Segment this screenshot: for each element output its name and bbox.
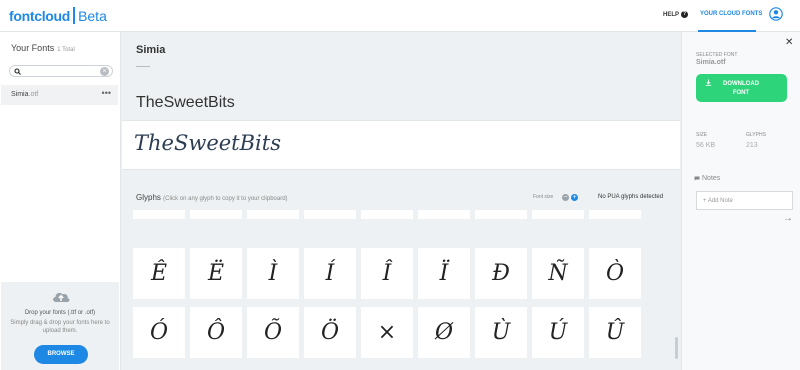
- upload-dropzone[interactable]: Drop your fonts (.ttf or .otf) Simply dr…: [1, 282, 119, 370]
- font-list-name-text: Simia: [11, 91, 29, 98]
- your-fonts-heading: Your Fonts 1 Total: [11, 43, 75, 53]
- font-detail-main: Simia TheSweetBits TheSweetBits Glyphs (…: [122, 32, 680, 370]
- selected-font-name: Simia.otf: [696, 59, 726, 66]
- font-info-panel: ✕ SELECTED FONT Simia.otf DOWNLOAD FONT …: [681, 32, 800, 370]
- main-scrollbar[interactable]: [675, 337, 678, 359]
- fonts-sidebar: Your Fonts 1 Total × Simia.otf ••• Drop y…: [0, 32, 121, 370]
- font-size-decrease-button[interactable]: −: [562, 194, 569, 201]
- glyph-count-value: 213: [746, 142, 758, 149]
- font-size-label: Font size: [533, 194, 554, 200]
- glyph-cell[interactable]: ×: [361, 307, 413, 358]
- close-panel-icon[interactable]: ✕: [785, 37, 793, 48]
- top-bar: fontcloud Beta HELP ? YOUR CLOUD FONTS: [0, 0, 800, 32]
- glyph-cell[interactable]: Û: [589, 307, 641, 358]
- size-value: 56 KB: [696, 142, 716, 149]
- nav-your-cloud-fonts[interactable]: YOUR CLOUD FONTS: [700, 11, 762, 17]
- glyph-cell[interactable]: Ò: [589, 248, 641, 299]
- more-options-icon[interactable]: •••: [102, 88, 111, 98]
- question-icon: ?: [681, 11, 689, 18]
- glyph-cell-partial[interactable]: [589, 210, 641, 219]
- glyph-cell[interactable]: Ì: [247, 248, 299, 299]
- size-label: SIZE: [696, 132, 708, 138]
- help-link[interactable]: HELP ?: [663, 11, 689, 18]
- your-fonts-title: Your Fonts: [11, 43, 55, 53]
- glyph-cell[interactable]: Ö: [304, 307, 356, 358]
- logo-badge: Beta: [78, 7, 107, 24]
- title-divider: [136, 66, 150, 67]
- search-box[interactable]: ×: [9, 65, 113, 77]
- font-list-ext: .otf: [28, 91, 39, 98]
- preview-text-input[interactable]: TheSweetBits: [136, 94, 235, 112]
- glyph-cell-partial[interactable]: [304, 210, 356, 219]
- glyphs-header: Glyphs (Click on any glyph to copy it to…: [136, 193, 288, 202]
- font-preview-box: TheSweetBits: [122, 120, 680, 170]
- browse-button[interactable]: BROWSE: [34, 345, 88, 364]
- speech-bubble-icon: [694, 176, 700, 181]
- search-input[interactable]: [23, 67, 99, 76]
- help-label: HELP: [663, 11, 680, 18]
- selected-font-label: SELECTED FONT: [696, 52, 738, 58]
- notes-title: Notes: [702, 175, 721, 182]
- pua-status: No PUA glyphs detected: [598, 194, 664, 200]
- glyph-cell-partial[interactable]: [190, 210, 242, 219]
- glyph-cell[interactable]: Ê: [133, 248, 185, 299]
- glyphs-title: Glyphs: [136, 193, 161, 202]
- glyph-cell-partial[interactable]: [133, 210, 185, 219]
- download-font-button[interactable]: DOWNLOAD FONT: [696, 74, 787, 102]
- glyph-cell[interactable]: Í: [304, 248, 356, 299]
- download-label: DOWNLOAD FONT: [723, 81, 759, 96]
- glyphs-hint: (Click on any glyph to copy it to your c…: [163, 196, 288, 202]
- dropzone-title: Drop your fonts (.ttf or .otf): [24, 310, 96, 316]
- dropzone-hint: Simply drag & drop your fonts here to up…: [10, 320, 110, 334]
- font-list-name: Simia.otf: [11, 91, 38, 98]
- glyph-cell-partial[interactable]: [418, 210, 470, 219]
- notes-header: Notes: [694, 175, 720, 182]
- font-size-increase-button[interactable]: +: [571, 194, 578, 201]
- glyph-cell[interactable]: Ó: [133, 307, 185, 358]
- glyph-cell[interactable]: Õ: [247, 307, 299, 358]
- glyph-cell[interactable]: Ù: [475, 307, 527, 358]
- logo-text: fontcloud: [9, 7, 71, 24]
- glyph-cell[interactable]: Ï: [418, 248, 470, 299]
- glyph-cell[interactable]: Ë: [190, 248, 242, 299]
- glyph-count-label: GLYPHS: [746, 132, 766, 138]
- user-avatar-icon[interactable]: [769, 7, 783, 21]
- font-preview-rendered: TheSweetBits: [134, 131, 281, 155]
- cloud-upload-icon: [53, 292, 70, 302]
- glyph-cell-partial[interactable]: [247, 210, 299, 219]
- glyph-cell-partial[interactable]: [361, 210, 413, 219]
- fontcloud-logo[interactable]: fontcloud Beta: [9, 7, 107, 24]
- submit-note-arrow-icon[interactable]: →: [783, 213, 793, 224]
- glyph-cell[interactable]: Î: [361, 248, 413, 299]
- clear-search-icon[interactable]: ×: [100, 67, 109, 76]
- add-note-input[interactable]: + Add Note: [696, 191, 793, 210]
- glyph-cell[interactable]: Ñ: [532, 248, 584, 299]
- glyph-cell[interactable]: Ú: [532, 307, 584, 358]
- search-icon: [14, 68, 21, 75]
- logo-divider: [73, 7, 76, 24]
- font-count: 1 Total: [57, 47, 75, 53]
- glyph-cell[interactable]: Ø: [418, 307, 470, 358]
- download-icon: [705, 79, 712, 86]
- glyph-cell-partial[interactable]: [475, 210, 527, 219]
- glyph-cell[interactable]: Đ: [475, 248, 527, 299]
- font-list-item[interactable]: Simia.otf •••: [1, 85, 118, 105]
- glyph-cell[interactable]: Ô: [190, 307, 242, 358]
- glyph-cell-partial[interactable]: [532, 210, 584, 219]
- font-title: Simia: [136, 44, 166, 56]
